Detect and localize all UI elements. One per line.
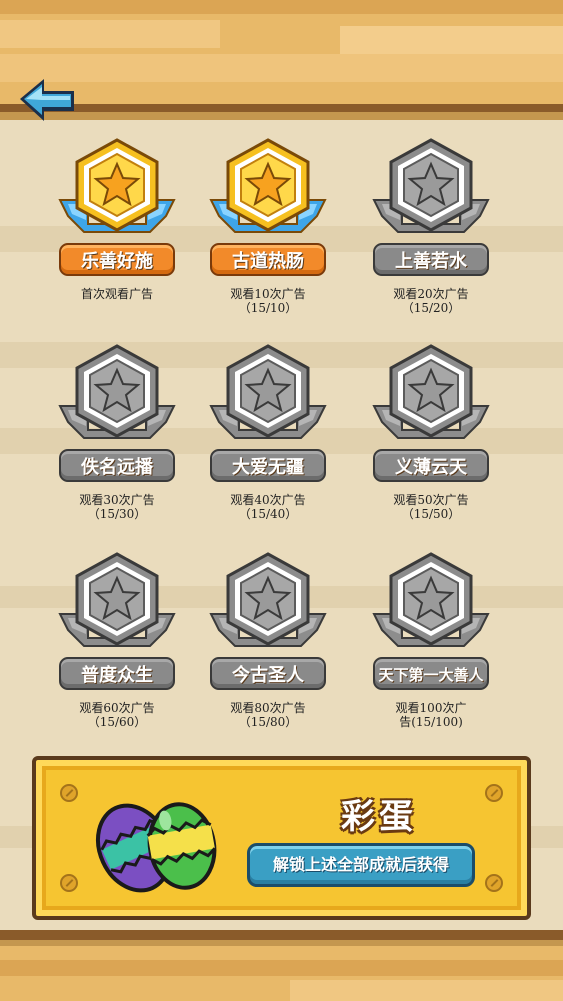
screw-icon — [60, 874, 78, 892]
screw-icon — [485, 874, 503, 892]
achievement-title: 今古圣人 — [210, 657, 326, 690]
achievement-progress: 告(15/100) — [399, 715, 463, 729]
achievement-progress: （15/80） — [238, 715, 298, 729]
achievement-progress: （15/50） — [401, 507, 461, 521]
achievement-item[interactable]: 普度众生观看60次广告 （15/60） — [42, 550, 192, 740]
achievement-title: 义薄云天 — [373, 449, 489, 482]
achievement-title: 佚名远播 — [59, 449, 175, 482]
achievement-description: 观看40次广告 （15/40） — [193, 493, 343, 521]
achievement-requirement: 首次观看广告 — [80, 287, 153, 301]
locked-star-badge-icon — [356, 136, 506, 241]
locked-star-badge-icon — [193, 342, 343, 447]
achievement-requirement: 观看60次广告 — [79, 701, 155, 715]
achievement-description: 观看10次广告 （15/10） — [193, 287, 343, 315]
top-wood-bar — [0, 0, 563, 120]
achievement-item[interactable]: 大爱无疆观看40次广告 （15/40） — [193, 342, 343, 532]
achievement-item[interactable]: 义薄云天观看50次广告 （15/50） — [356, 342, 506, 532]
achievement-description: 观看100次广 告(15/100) — [356, 701, 506, 729]
achievement-progress: （15/30） — [87, 507, 147, 521]
easter-eggs-icon — [86, 788, 226, 900]
achievement-item[interactable]: 古道热肠观看10次广告 （15/10） — [193, 136, 343, 326]
achievement-description: 首次观看广告 — [42, 287, 192, 301]
achievement-description: 观看50次广告 （15/50） — [356, 493, 506, 521]
screw-icon — [60, 784, 78, 802]
gold-star-badge-icon — [42, 136, 192, 241]
achievement-requirement: 观看20次广告 — [393, 287, 469, 301]
achievement-title: 乐善好施 — [59, 243, 175, 276]
achievement-progress: （15/10） — [238, 301, 298, 315]
easter-egg-title: 彩蛋 — [341, 797, 417, 837]
arrow-left-icon — [20, 79, 74, 121]
achievement-item[interactable]: 天下第一大善人观看100次广 告(15/100) — [356, 550, 506, 740]
achievement-progress: （15/20） — [401, 301, 461, 315]
locked-star-badge-icon — [42, 342, 192, 447]
achievement-requirement: 观看40次广告 — [230, 493, 306, 507]
screw-icon — [485, 784, 503, 802]
achievement-description: 观看80次广告 （15/80） — [193, 701, 343, 729]
achievement-item[interactable]: 佚名远播观看30次广告 （15/30） — [42, 342, 192, 532]
achievement-requirement: 观看30次广告 — [79, 493, 155, 507]
achievement-progress: （15/40） — [238, 507, 298, 521]
achievement-title: 古道热肠 — [210, 243, 326, 276]
achievement-description: 观看60次广告 （15/60） — [42, 701, 192, 729]
unlock-condition-button[interactable]: 解锁上述全部成就后获得 — [247, 843, 475, 887]
achievement-item[interactable]: 乐善好施首次观看广告 — [42, 136, 192, 326]
locked-star-badge-icon — [356, 550, 506, 655]
achievement-title: 普度众生 — [59, 657, 175, 690]
gold-star-badge-icon — [193, 136, 343, 241]
achievement-title: 上善若水 — [373, 243, 489, 276]
achievement-requirement: 观看50次广告 — [393, 493, 469, 507]
achievement-description: 观看30次广告 （15/30） — [42, 493, 192, 521]
achievement-title: 天下第一大善人 — [373, 657, 489, 690]
back-button[interactable] — [18, 77, 78, 133]
achievement-item[interactable]: 今古圣人观看80次广告 （15/80） — [193, 550, 343, 740]
locked-star-badge-icon — [193, 550, 343, 655]
achievement-description: 观看20次广告 （15/20） — [356, 287, 506, 315]
achievement-requirement: 观看100次广 — [395, 701, 467, 715]
achievement-item[interactable]: 上善若水观看20次广告 （15/20） — [356, 136, 506, 326]
locked-star-badge-icon — [356, 342, 506, 447]
achievement-progress: （15/60） — [87, 715, 147, 729]
achievement-title: 大爱无疆 — [210, 449, 326, 482]
easter-egg-panel: 彩蛋 解锁上述全部成就后获得 — [32, 756, 531, 920]
locked-star-badge-icon — [42, 550, 192, 655]
achievement-requirement: 观看80次广告 — [230, 701, 306, 715]
achievement-requirement: 观看10次广告 — [230, 287, 306, 301]
bottom-wood-bar — [0, 930, 563, 1001]
